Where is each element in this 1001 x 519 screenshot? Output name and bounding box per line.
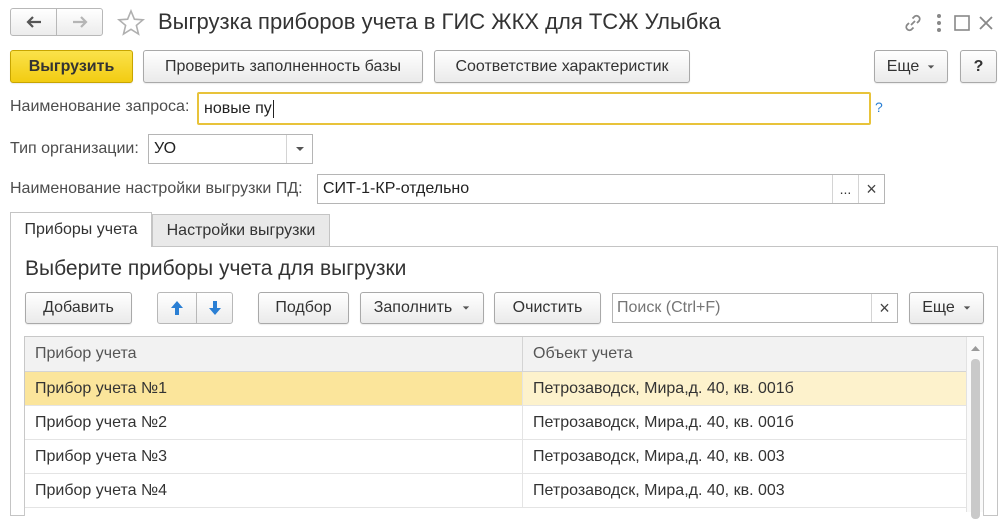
star-icon [116, 8, 146, 36]
column-divider [522, 337, 523, 371]
more-menu-button[interactable]: Еще [874, 50, 948, 83]
arrow-down-icon [208, 301, 221, 315]
table-row[interactable]: Прибор учета №2 Петрозаводск, Мира,д. 40… [25, 406, 966, 440]
tab-export-settings[interactable]: Настройки выгрузки [152, 214, 330, 247]
chevron-down-icon [295, 147, 304, 151]
request-name-label: Наименование запроса: [10, 98, 190, 115]
chevron-down-icon [928, 64, 935, 69]
export-button[interactable]: Выгрузить [10, 50, 133, 83]
close-icon [979, 16, 993, 30]
move-down-button[interactable] [196, 292, 233, 324]
fill-label: Заполнить [373, 299, 453, 316]
object-cell: Петрозаводск, Мира,д. 40, кв. 003 [533, 448, 785, 465]
org-type-label: Тип организации: [10, 140, 139, 157]
search-input[interactable] [613, 294, 871, 322]
forward-button[interactable] [56, 8, 103, 36]
scroll-up-icon[interactable] [967, 341, 984, 355]
panel-heading: Выберите приборы учета для выгрузки [25, 257, 407, 280]
table-row[interactable]: Прибор учета №4 Петрозаводск, Мира,д. 40… [25, 474, 966, 508]
chevron-down-icon [463, 306, 470, 310]
object-cell: Петрозаводск, Мира,д. 40, кв. 003 [533, 482, 785, 499]
pick-button[interactable]: Подбор [258, 292, 349, 324]
arrow-left-icon [25, 16, 41, 28]
device-cell: Прибор учета №2 [35, 414, 167, 431]
arrow-right-icon [72, 16, 88, 28]
device-cell: Прибор учета №1 [35, 380, 167, 397]
column-divider [522, 406, 523, 439]
characteristics-mapping-button[interactable]: Соответствие характеристик [434, 50, 690, 83]
table-more-label: Еще [922, 299, 955, 316]
chevron-down-icon [963, 306, 970, 310]
export-setting-label: Наименование настройки выгрузки ПД: [10, 180, 303, 197]
export-setting-value: СИТ-1-КР-отдельно [323, 180, 470, 197]
maximize-button[interactable] [952, 13, 972, 33]
link-icon [905, 14, 921, 32]
add-button[interactable]: Добавить [25, 292, 132, 324]
table-scrollbar[interactable] [966, 337, 984, 519]
more-label: Еще [886, 57, 920, 75]
device-cell: Прибор учета №4 [35, 482, 167, 499]
column-divider [522, 372, 523, 405]
link-button[interactable] [902, 12, 924, 34]
export-setting-select-button[interactable]: ... [832, 175, 858, 203]
search-field[interactable]: × [612, 293, 898, 323]
table-row[interactable]: Прибор учета №3 Петрозаводск, Мира,д. 40… [25, 440, 966, 474]
object-cell: Петрозаводск, Мира,д. 40, кв. 001б [533, 380, 794, 397]
org-type-dropdown-button[interactable] [286, 135, 312, 163]
clear-table-button[interactable]: Очистить [494, 292, 601, 324]
text-cursor [272, 99, 274, 118]
tab-devices[interactable]: Приборы учета [10, 212, 152, 247]
fill-button[interactable]: Заполнить [360, 292, 484, 324]
scrollbar-thumb[interactable] [971, 359, 980, 519]
object-cell: Петрозаводск, Мира,д. 40, кв. 001б [533, 414, 794, 431]
request-name-input[interactable]: новые пу [197, 92, 871, 125]
export-setting-input[interactable]: СИТ-1-КР-отдельно ... × [317, 174, 885, 204]
table-row[interactable]: Прибор учета №1 Петрозаводск, Мира,д. 40… [25, 372, 966, 406]
window-menu-button[interactable] [932, 12, 946, 34]
table-more-button[interactable]: Еще [909, 292, 984, 324]
help-button[interactable]: ? [960, 50, 997, 83]
more-vertical-icon [937, 14, 941, 32]
move-up-button[interactable] [157, 292, 197, 324]
request-name-help-link[interactable]: ? [875, 99, 883, 115]
search-clear-button[interactable]: × [871, 294, 897, 322]
column-divider [522, 474, 523, 507]
column-header-device[interactable]: Прибор учета [35, 345, 137, 363]
arrow-up-icon [171, 301, 183, 315]
device-cell: Прибор учета №3 [35, 448, 167, 465]
maximize-icon [954, 15, 970, 31]
close-window-button[interactable] [976, 13, 996, 33]
favorite-button[interactable] [116, 8, 146, 38]
org-type-select[interactable]: УО [148, 134, 313, 164]
request-name-value: новые пу [204, 99, 272, 117]
export-setting-clear-button[interactable]: × [858, 175, 884, 203]
org-type-value: УО [154, 140, 177, 157]
column-divider [522, 440, 523, 473]
check-database-button[interactable]: Проверить заполненность базы [143, 50, 423, 83]
column-header-object[interactable]: Объект учета [533, 345, 633, 363]
window-title: Выгрузка приборов учета в ГИС ЖКХ для ТС… [158, 9, 721, 34]
back-button[interactable] [10, 8, 57, 36]
table-header: Прибор учета Объект учета [25, 337, 966, 372]
